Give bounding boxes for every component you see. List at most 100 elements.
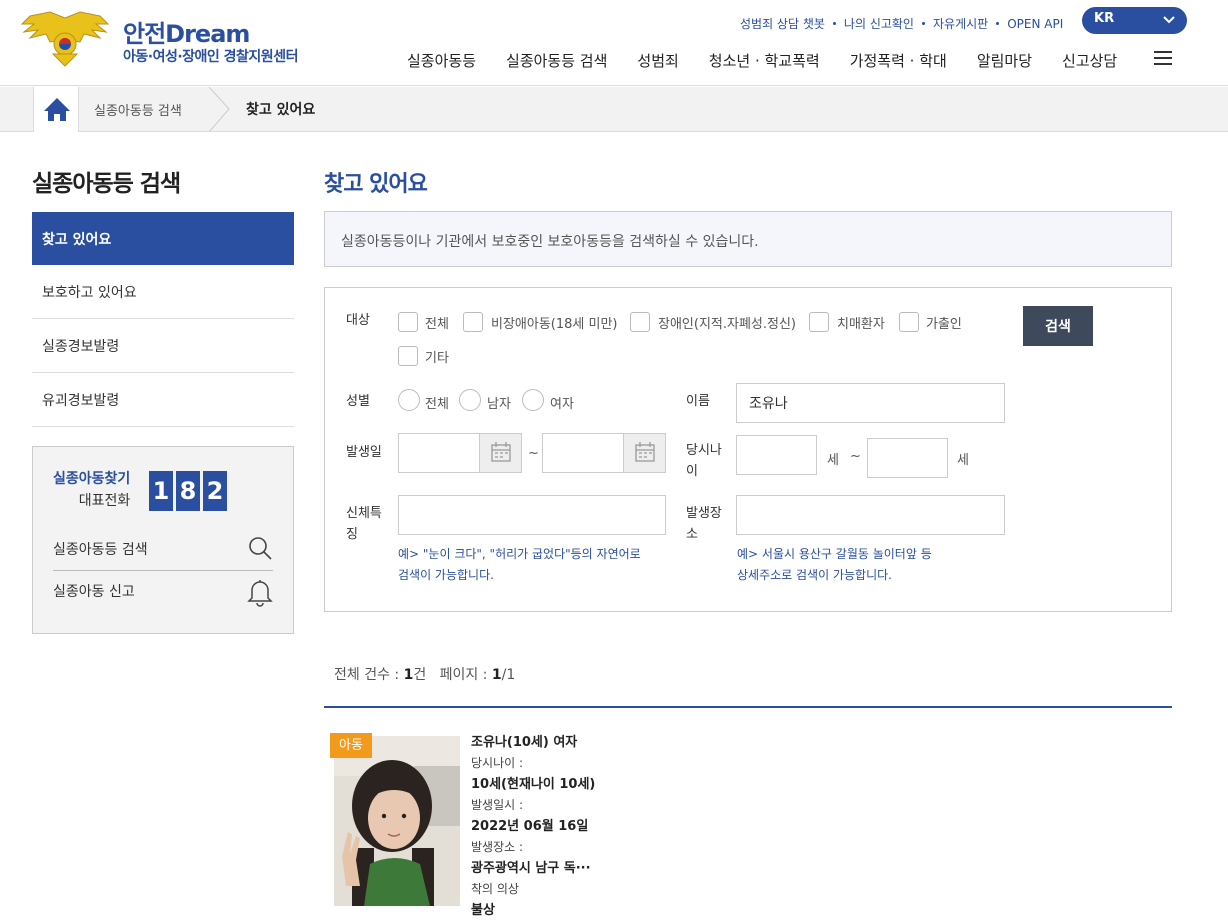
quick-link-report[interactable]: 실종아동 신고	[53, 580, 273, 607]
gender-male-label: 남자	[487, 397, 511, 412]
total-count-value: 1	[403, 667, 414, 683]
separator-dot	[921, 22, 925, 25]
place-input[interactable]	[736, 495, 1005, 535]
calendar-button[interactable]	[479, 434, 521, 472]
total-count-label: 전체 건수 :	[334, 667, 404, 683]
gender-male-radio[interactable]	[459, 389, 481, 411]
body-feature-hint: 예> "눈이 크다", "허리가 굽었다"등의 자연어로 검색이 가능합니다.	[398, 544, 641, 586]
page-total: /1	[501, 667, 516, 683]
target-all-checkbox[interactable]	[398, 312, 418, 332]
target-disabled-label: 장애인(지적.자폐성.정신)	[658, 317, 797, 332]
result-divider	[324, 706, 1172, 708]
hotline-number: 1 8 2	[149, 471, 227, 511]
total-count-unit: 건	[413, 667, 427, 683]
target-dementia-label: 치매환자	[837, 317, 885, 332]
date-from-input[interactable]	[398, 433, 522, 473]
sidebar-item-abduction-alert[interactable]: 유괴경보발령	[32, 373, 294, 427]
police-emblem-icon[interactable]	[20, 10, 110, 70]
search-form: 대상 전체 비장애아동(18세 미만) 장애인(지적.자폐성.정신) 치매환자 …	[324, 287, 1172, 612]
target-all-label: 전체	[425, 317, 449, 332]
category-badge: 아동	[330, 733, 372, 758]
hotline-digit: 8	[176, 471, 200, 511]
nav-missing-search[interactable]: 실종아동등 검색	[506, 50, 607, 71]
sidebar-item-missing-alert[interactable]: 실종경보발령	[32, 319, 294, 373]
util-link-open-api[interactable]: OPEN API	[1007, 17, 1063, 31]
sidebar-item-searching[interactable]: 찾고 있어요	[32, 212, 294, 265]
nav-youth-school-violence[interactable]: 청소년 · 학교폭력	[709, 50, 820, 71]
nav-sexual-crime[interactable]: 성범죄	[637, 50, 678, 71]
target-other-label: 기타	[425, 351, 449, 366]
quick-link-search[interactable]: 실종아동등 검색	[53, 537, 273, 571]
result-place-value: 광주광역시 남구 독···	[471, 861, 591, 876]
result-date-label: 발생일시 :	[471, 798, 524, 812]
result-name[interactable]: 조유나(10세) 여자	[471, 732, 595, 753]
home-icon	[44, 98, 70, 121]
age-from-input[interactable]	[736, 435, 817, 475]
nav-missing-children[interactable]: 실종아동등	[407, 50, 476, 71]
target-dementia-checkbox[interactable]	[809, 312, 829, 332]
name-label: 이름	[686, 394, 710, 409]
target-other-checkbox[interactable]	[398, 346, 418, 366]
breadcrumb-section[interactable]: 실종아동등 검색	[94, 100, 182, 119]
body-feature-hint-line-2: 검색이 가능합니다.	[398, 568, 494, 582]
sidebar-title: 실종아동등 검색	[32, 171, 181, 197]
target-child-label: 비장애아동(18세 미만)	[491, 317, 618, 332]
bell-icon	[247, 580, 273, 607]
body-feature-label: 신체특 징	[346, 503, 382, 545]
sidebar-menu: 찾고 있어요 보호하고 있어요 실종경보발령 유괴경보발령	[32, 212, 294, 427]
utility-links: 성범죄 상담 챗봇 나의 신고확인 자유게시판 OPEN API	[740, 15, 1063, 32]
target-disabled-checkbox[interactable]	[630, 312, 650, 332]
age-to-input[interactable]	[867, 438, 948, 478]
breadcrumb-separator-icon	[208, 87, 230, 132]
age-label-line-1: 당시나	[686, 443, 722, 458]
hotline-subtitle: 대표전화	[78, 493, 131, 509]
chevron-down-icon	[1163, 16, 1175, 24]
gender-label: 성별	[346, 394, 370, 409]
missing-person-photo[interactable]	[334, 736, 460, 906]
page-title: 찾고 있어요	[324, 172, 428, 197]
body-feature-hint-line-1: 예> "눈이 크다", "허리가 굽었다"등의 자연어로	[398, 547, 641, 561]
result-clothes-value: 불상	[471, 903, 495, 918]
date-to-input[interactable]	[542, 433, 666, 473]
target-child-checkbox[interactable]	[463, 312, 483, 332]
result-age-label: 당시나이 :	[471, 756, 524, 770]
util-link-chatbot[interactable]: 성범죄 상담 챗봇	[740, 15, 825, 32]
body-feature-label-line-2: 징	[346, 527, 358, 542]
logo-title[interactable]: 안전Dream	[123, 14, 250, 49]
calendar-icon	[635, 442, 655, 462]
sidebar-item-protecting[interactable]: 보호하고 있어요	[32, 265, 294, 319]
quick-link-search-label: 실종아동등 검색	[53, 542, 148, 558]
nav-domestic-violence[interactable]: 가정폭력 · 학대	[850, 50, 947, 71]
nav-notice[interactable]: 알림마당	[977, 50, 1032, 71]
search-icon	[249, 537, 272, 560]
language-select[interactable]: KR	[1082, 7, 1187, 34]
calendar-button[interactable]	[623, 434, 665, 472]
body-feature-input[interactable]	[398, 495, 666, 535]
nav-report-consult[interactable]: 신고상담	[1062, 50, 1117, 71]
logo-subtitle[interactable]: 아동·여성·장애인 경찰지원센터	[123, 46, 298, 66]
result-clothes-label: 착의 의상	[471, 882, 519, 896]
gender-female-radio[interactable]	[522, 389, 544, 411]
gender-all-radio[interactable]	[398, 389, 420, 411]
breadcrumb-current: 찾고 있어요	[246, 102, 316, 118]
place-label: 발생장 소	[686, 503, 722, 545]
calendar-icon	[491, 442, 511, 462]
util-link-my-report[interactable]: 나의 신고확인	[844, 15, 914, 32]
menu-icon[interactable]	[1154, 51, 1172, 66]
hotline-box: 실종아동찾기 대표전화 1 8 2 실종아동등 검색 실종아동 신고	[32, 446, 294, 634]
hotline-label: 실종아동찾기 대표전화	[53, 468, 130, 512]
breadcrumb: 실종아동등 검색 찾고 있어요	[0, 87, 1228, 132]
util-link-board[interactable]: 자유게시판	[933, 15, 988, 32]
language-value: KR	[1094, 11, 1115, 26]
date-range-separator: ~	[528, 446, 539, 461]
age-from-unit: 세	[827, 453, 839, 468]
search-button[interactable]: 검색	[1023, 306, 1093, 346]
place-hint-line-2: 상세주소로 검색이 가능합니다.	[737, 568, 892, 582]
age-label-line-2: 이	[686, 464, 698, 479]
target-runaway-checkbox[interactable]	[899, 312, 919, 332]
site-header: 안전Dream 아동·여성·장애인 경찰지원센터 성범죄 상담 챗봇 나의 신고…	[0, 0, 1228, 86]
name-input[interactable]	[736, 383, 1005, 423]
result-date-value: 2022년 06월 16일	[471, 819, 589, 834]
home-button[interactable]	[33, 87, 79, 132]
hotline-digit: 1	[149, 471, 173, 511]
